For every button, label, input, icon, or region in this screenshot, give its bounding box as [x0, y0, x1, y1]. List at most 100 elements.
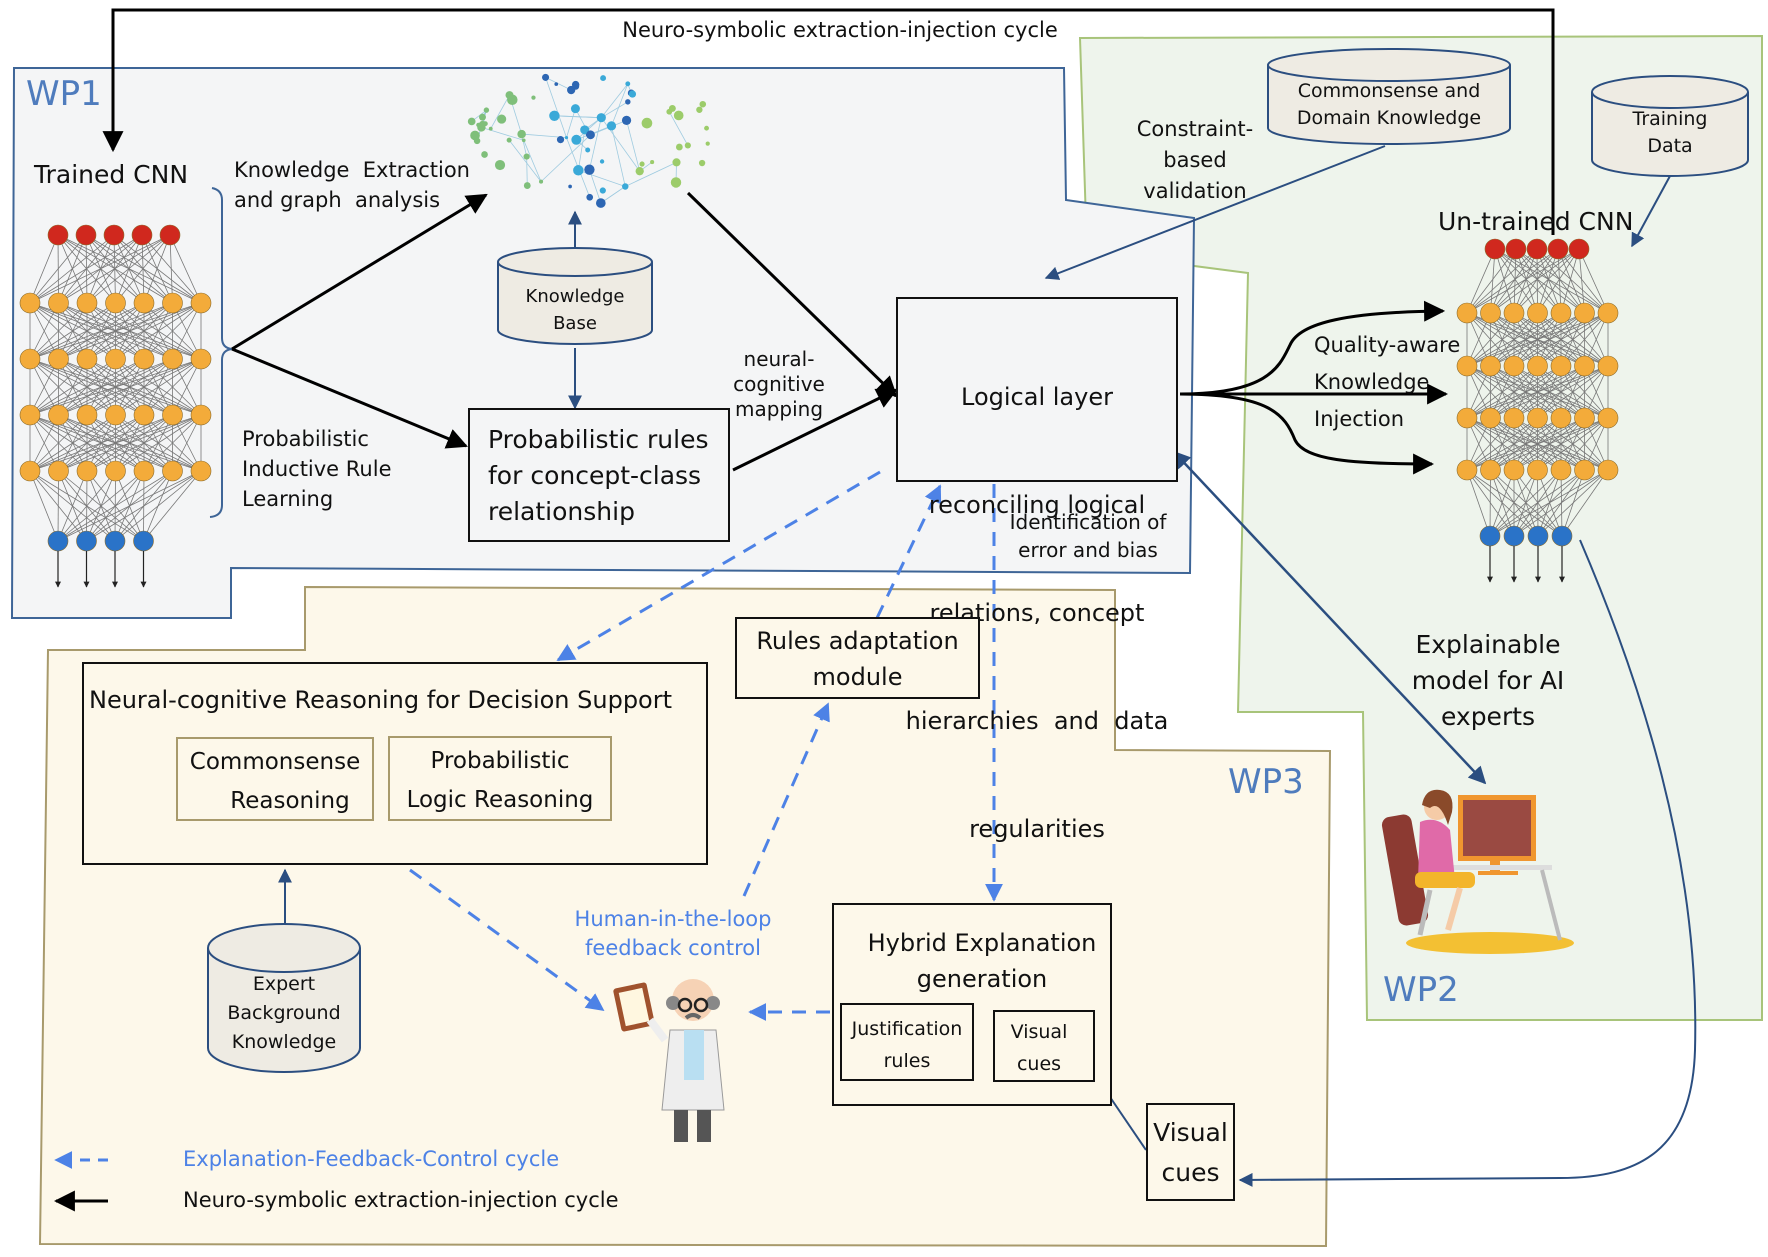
hidden-node: [1503, 459, 1525, 481]
output-node: [1551, 525, 1573, 547]
hidden-node: [19, 348, 41, 370]
prob-logic-reasoning-box: Probabilistic Logic Reasoning: [388, 736, 612, 821]
top-cycle-label: Neuro-symbolic extraction-injection cycl…: [622, 18, 1058, 42]
hidden-node: [48, 348, 69, 370]
wp1-label: WP1: [26, 74, 102, 114]
logical-layer-text: Logical layer reconciling logical relati…: [898, 307, 1176, 919]
label-line: Knowledge: [231, 1031, 337, 1053]
graph-node: [585, 147, 591, 153]
label-line: Explainable: [1415, 630, 1561, 659]
label-line: experts: [1440, 702, 1536, 731]
hidden-node: [1503, 355, 1525, 377]
hidden-node: [162, 292, 183, 314]
label-line: Inductive Rule: [242, 457, 392, 481]
label-line: Quality-aware: [1314, 333, 1461, 357]
input-node: [1547, 238, 1569, 260]
output-node: [133, 530, 154, 552]
label-line: hierarchies and data: [905, 707, 1169, 735]
graph-node: [639, 161, 645, 167]
label-line: Injection: [1314, 407, 1405, 431]
hidden-node: [1597, 355, 1619, 377]
graph-node: [666, 108, 673, 115]
label-line: Visual: [1010, 1021, 1068, 1043]
graph-node: [494, 159, 506, 171]
hidden-node: [1527, 302, 1548, 324]
graph-node: [523, 153, 530, 160]
graph-node: [571, 134, 582, 145]
label-line: Probabilistic rules: [488, 425, 709, 454]
graph-node: [699, 100, 707, 108]
graph-node: [568, 184, 572, 189]
untrained-cnn-label: Un-trained CNN: [1438, 207, 1634, 236]
hidden-node: [1550, 459, 1572, 481]
knowledge-base-text: Knowledge Base: [498, 283, 652, 337]
hidden-node: [133, 292, 155, 314]
hitl-label: Human-in-the-loop feedback control: [560, 905, 786, 963]
label-line: Commonsense and: [1297, 80, 1481, 102]
graph-node: [479, 113, 486, 121]
label-line: Knowledge: [525, 286, 625, 307]
hidden-node: [105, 404, 126, 426]
output-node: [47, 530, 69, 552]
graph-node: [696, 106, 703, 113]
hidden-node: [162, 404, 183, 426]
graph-node: [705, 141, 710, 146]
hybrid-explanation-box: Hybrid Explanation generation Justificat…: [832, 903, 1112, 1106]
hidden-node: [1503, 302, 1525, 324]
hidden-node: [190, 348, 212, 370]
ncr-box: Neural-cognitive Reasoning for Decision …: [82, 662, 708, 865]
input-node: [131, 224, 153, 246]
hidden-node: [1456, 459, 1478, 481]
label-line: mapping: [734, 397, 824, 421]
hidden-node: [133, 460, 155, 482]
hidden-node: [1574, 302, 1595, 324]
graph-node: [704, 125, 709, 131]
input-node: [1484, 238, 1506, 260]
input-node: [75, 224, 97, 246]
graph-node: [488, 126, 493, 131]
graph-node: [483, 107, 490, 113]
justification-rules-box: Justification rules: [840, 1003, 974, 1081]
input-node: [1526, 238, 1548, 260]
hidden-node: [133, 404, 155, 426]
hidden-node: [1503, 407, 1525, 429]
hidden-node: [105, 348, 126, 370]
hidden-node: [1550, 407, 1572, 429]
graph-node: [573, 165, 584, 176]
graph-node: [672, 158, 681, 167]
hidden-node: [1597, 302, 1619, 324]
label-line: relationship: [488, 497, 635, 526]
graph-node: [584, 164, 595, 175]
legend-symbols: [53, 1151, 108, 1212]
label-line: Constraint-: [1136, 117, 1254, 141]
graph-node: [600, 75, 607, 82]
hidden-node: [1527, 459, 1548, 481]
neural-cognitive-mapping-label: neural- cognitive mapping: [720, 347, 838, 422]
graph-node: [650, 160, 655, 165]
label-line: Expert: [252, 973, 316, 995]
commonsense-reasoning-box: Commonsense Reasoning: [176, 737, 374, 821]
graph-node: [673, 110, 684, 121]
graph-node: [621, 115, 632, 126]
graph-node: [542, 73, 550, 81]
graph-node: [698, 159, 706, 167]
graph-node: [684, 142, 691, 149]
label-line: Learning: [242, 487, 334, 511]
graph-node: [570, 104, 580, 114]
label-line: error and bias: [1018, 538, 1158, 562]
label-line: Visual: [1153, 1118, 1228, 1147]
hidden-node: [1480, 302, 1501, 324]
hidden-node: [19, 292, 41, 314]
label-line: Probabilistic: [430, 748, 570, 774]
label-line: and graph analysis: [234, 188, 441, 212]
label-line: Reasoning: [230, 788, 350, 814]
graph-node: [505, 91, 514, 100]
graph-node: [564, 136, 569, 140]
label-line: feedback control: [585, 936, 761, 960]
input-node: [1505, 238, 1527, 260]
hidden-node: [162, 348, 183, 370]
label-line: Commonsense: [189, 749, 361, 775]
input-node: [103, 224, 125, 246]
graph-node: [596, 198, 606, 208]
commonsense-reasoning-text: Commonsense Reasoning: [178, 743, 372, 821]
